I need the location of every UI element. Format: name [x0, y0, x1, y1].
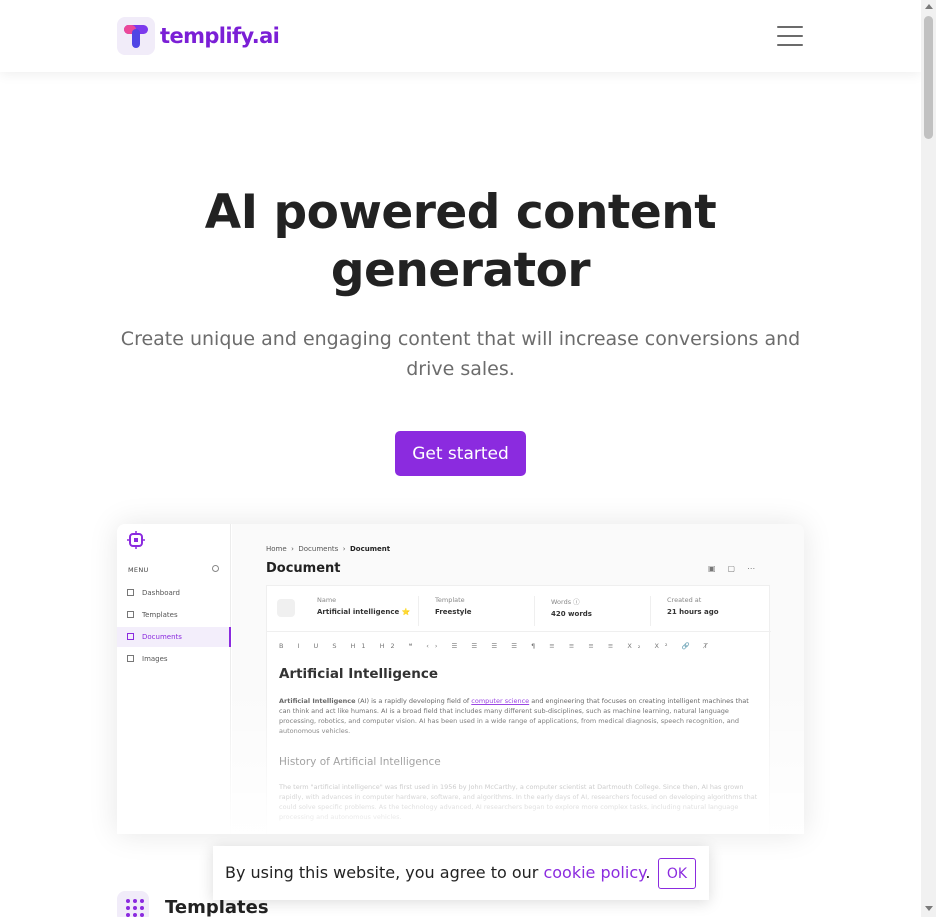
- preview-doc-paragraph: Artificial Intelligence (AI) is a rapidl…: [279, 696, 759, 736]
- page-scrollbar[interactable]: [921, 0, 936, 917]
- edit-icon: [277, 599, 295, 617]
- meta-name: Name Artificial intelligence ⭐: [301, 596, 410, 626]
- doc-link: computer science: [471, 697, 530, 705]
- cookie-text: By using this website, you agree to our: [225, 863, 544, 882]
- page-viewport: templify.ai AI powered content generator…: [0, 0, 921, 917]
- grid-icon: [127, 611, 134, 618]
- preview-sidebar-label: Images: [142, 655, 168, 663]
- meta-value: Artificial intelligence ⭐: [317, 608, 411, 616]
- meta-key: Created at: [667, 596, 702, 604]
- scroll-down-arrow-icon[interactable]: [925, 906, 933, 911]
- settings-icon: [212, 565, 219, 572]
- preview-sidebar-label: Templates: [142, 611, 178, 619]
- preview-meta-bar: Name Artificial intelligence ⭐ Template …: [267, 586, 771, 632]
- preview-breadcrumb: Home › Documents › Document: [266, 545, 391, 553]
- brand-link[interactable]: templify.ai: [117, 17, 280, 55]
- meta-key: Template: [435, 596, 465, 604]
- preview-sidebar-item-images: Images: [117, 649, 231, 669]
- preview-doc-paragraph-2: The term "artificial intelligence" was f…: [279, 783, 758, 821]
- meta-words: Words ⓘ 420 words: [534, 596, 592, 626]
- brand-name: templify.ai: [160, 24, 280, 48]
- meta-template: Template Freestyle: [418, 596, 472, 626]
- app-preview-image: MENU Dashboard Templates Documents Image…: [117, 524, 804, 834]
- scroll-up-arrow-icon[interactable]: [925, 4, 933, 9]
- preview-menu-label: MENU: [128, 566, 149, 574]
- preview-main: Home › Documents › Document Document ▣▢⋯…: [232, 524, 804, 834]
- cookie-message: By using this website, you agree to our …: [225, 863, 650, 882]
- preview-sidebar-item-dashboard: Dashboard: [117, 583, 231, 603]
- cookie-text-end: .: [645, 863, 651, 882]
- hamburger-menu-icon[interactable]: [777, 26, 803, 46]
- cookie-ok-button[interactable]: OK: [658, 858, 696, 889]
- preview-page-title: Document: [266, 561, 341, 576]
- hero-subtitle: Create unique and engaging content that …: [120, 328, 801, 380]
- breadcrumb-home: Home: [266, 545, 287, 553]
- doc-text: (AI) is a rapidly developing field of: [355, 697, 472, 705]
- meta-value: 420 words: [551, 610, 592, 618]
- hero-title: AI powered content generator: [204, 185, 717, 298]
- image-icon: [127, 655, 134, 662]
- templify-t-logo-icon: [117, 17, 155, 55]
- preview-toolbar-icons: ▣▢⋯: [708, 564, 768, 573]
- preview-sidebar-item-templates: Templates: [117, 605, 231, 625]
- preview-document-card: Name Artificial intelligence ⭐ Template …: [266, 585, 771, 834]
- preview-sidebar-label: Dashboard: [142, 589, 180, 597]
- preview-sidebar-label: Documents: [142, 633, 182, 641]
- meta-key: Words ⓘ: [551, 598, 580, 606]
- preview-sidebar-item-documents: Documents: [117, 627, 231, 647]
- meta-value: Freestyle: [435, 608, 472, 616]
- cookie-policy-link[interactable]: cookie policy: [543, 863, 645, 882]
- doc-bold-term: Artificial Intelligence: [279, 697, 356, 705]
- meta-key: Name: [317, 596, 337, 604]
- get-started-button[interactable]: Get started: [395, 431, 526, 476]
- preview-doc-heading: Artificial Intelligence: [279, 666, 438, 682]
- meta-value: 21 hours ago: [667, 608, 719, 616]
- dashboard-icon: [127, 589, 134, 596]
- document-icon: [127, 633, 134, 640]
- breadcrumb-current: Document: [350, 545, 391, 553]
- scrollbar-thumb[interactable]: [924, 16, 933, 139]
- breadcrumb-documents: Documents: [298, 545, 339, 553]
- templates-section-title: Templates: [165, 897, 269, 917]
- preview-sidebar: MENU Dashboard Templates Documents Image…: [117, 524, 231, 834]
- cookie-banner: By using this website, you agree to our …: [213, 846, 709, 900]
- navbar: templify.ai: [0, 0, 921, 72]
- preview-doc-heading-2: History of Artificial Intelligence: [279, 756, 441, 768]
- preview-format-toolbar: B I U S H1 H2 ❝ ‹› ☰ ☰ ☰ ☰ ¶ ≡ ≡ ≡ ≡ X₂ …: [279, 642, 714, 650]
- dots-grid-icon: [117, 891, 149, 917]
- meta-created: Created at 21 hours ago: [650, 596, 719, 626]
- chip-icon: [127, 531, 145, 549]
